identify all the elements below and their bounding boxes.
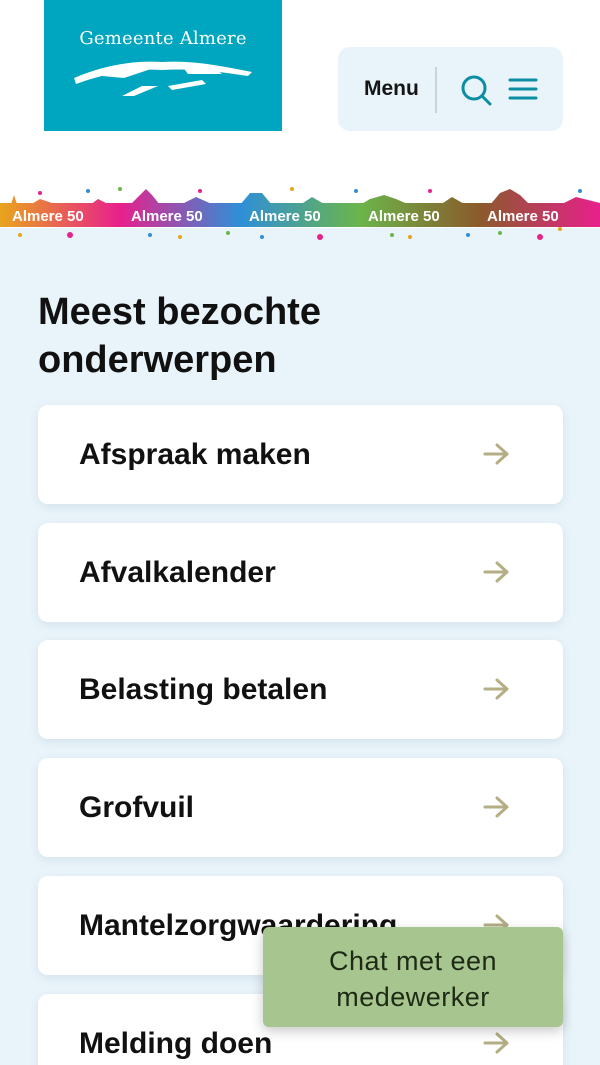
site-header: Gemeente Almere Menu bbox=[0, 0, 600, 185]
page-title: Meest bezochte onderwerpen bbox=[38, 291, 321, 381]
topic-card-afvalkalender[interactable]: Afvalkalender bbox=[38, 523, 563, 622]
arrow-right-icon bbox=[483, 796, 509, 818]
arrow-right-icon bbox=[483, 561, 509, 583]
arrow-right-icon bbox=[483, 443, 509, 465]
search-icon[interactable] bbox=[460, 74, 492, 106]
logo-text: Gemeente Almere bbox=[79, 28, 247, 49]
nav-box: Menu bbox=[338, 47, 563, 131]
banner-label: Almere 50 bbox=[487, 208, 559, 225]
banner-label: Almere 50 bbox=[12, 208, 84, 225]
topic-label: Grofvuil bbox=[79, 791, 195, 824]
topic-card-belasting-betalen[interactable]: Belasting betalen bbox=[38, 640, 563, 739]
topic-label: Melding doen bbox=[79, 1027, 273, 1060]
arrow-right-icon bbox=[483, 1032, 509, 1054]
menu-button[interactable]: Menu bbox=[364, 77, 419, 101]
topic-label: Afspraak maken bbox=[79, 438, 311, 471]
chat-button[interactable]: Chat met een medewerker bbox=[263, 927, 563, 1027]
nav-divider bbox=[435, 67, 437, 113]
topic-label: Afvalkalender bbox=[79, 556, 276, 589]
banner-label: Almere 50 bbox=[131, 208, 203, 225]
hamburger-icon[interactable] bbox=[508, 75, 538, 103]
logo-wave-icon bbox=[74, 61, 252, 96]
banner-label: Almere 50 bbox=[249, 208, 321, 225]
topic-card-grofvuil[interactable]: Grofvuil bbox=[38, 758, 563, 857]
almere-50-banner-graphic: Almere 50 Almere 50 Almere 50 Almere 50 … bbox=[0, 187, 600, 240]
topic-label: Belasting betalen bbox=[79, 673, 328, 706]
gemeente-almere-logo[interactable]: Gemeente Almere bbox=[44, 0, 282, 131]
almere-50-banner: Almere 50 Almere 50 Almere 50 Almere 50 … bbox=[0, 185, 600, 245]
arrow-right-icon bbox=[483, 678, 509, 700]
topic-card-afspraak-maken[interactable]: Afspraak maken bbox=[38, 405, 563, 504]
banner-label: Almere 50 bbox=[368, 208, 440, 225]
chat-label: Chat met een medewerker bbox=[328, 946, 498, 1012]
